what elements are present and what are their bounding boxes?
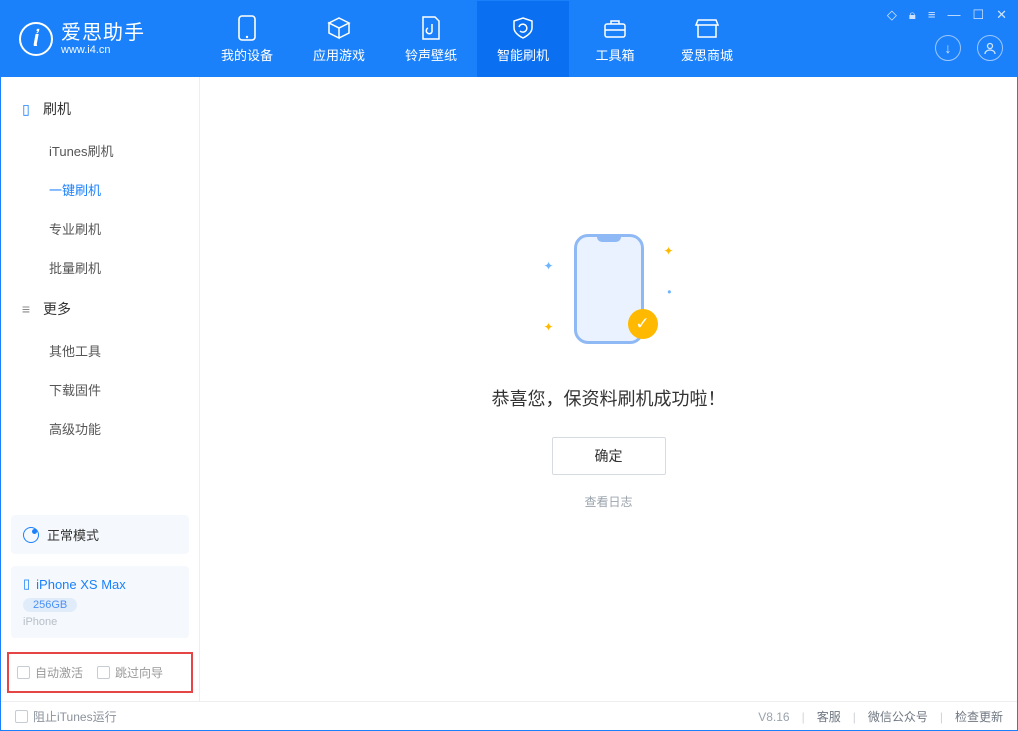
shirt-icon[interactable]: ◇	[887, 7, 897, 23]
mode-card[interactable]: 正常模式	[11, 515, 189, 554]
sidebar-item-oneclick-flash[interactable]: 一键刷机	[1, 170, 199, 209]
device-capacity: 256GB	[23, 598, 77, 612]
lock-icon[interactable]: 🔒︎	[909, 7, 916, 23]
phone-icon: ▯	[19, 101, 33, 118]
app-title: 爱思助手	[61, 22, 145, 44]
success-message: 恭喜您，保资料刷机成功啦！	[492, 385, 726, 411]
nav-store[interactable]: 爱思商城	[661, 1, 753, 77]
mode-label: 正常模式	[47, 525, 99, 544]
logo-icon: ἰ	[19, 22, 53, 56]
checkbox-skip-guide[interactable]: 跳过向导	[97, 664, 163, 681]
nav-ringtones-wallpapers[interactable]: 铃声壁纸	[385, 1, 477, 77]
checkbox-block-itunes[interactable]: 阻止iTunes运行	[15, 708, 117, 725]
device-card[interactable]: ▯iPhone XS Max 256GB iPhone	[11, 566, 189, 638]
checkbox-auto-activate[interactable]: 自动激活	[17, 664, 83, 681]
sidebar-group-more: ≡ 更多	[1, 287, 199, 331]
menu-icon[interactable]: ≡	[928, 7, 936, 23]
view-log-link[interactable]: 查看日志	[584, 493, 632, 510]
window-controls: ◇ 🔒︎ ≡ ― ☐ ✕	[887, 7, 1007, 23]
download-button[interactable]: ↓	[935, 35, 961, 61]
nav-smart-flash[interactable]: 智能刷机	[477, 1, 569, 77]
music-file-icon	[418, 15, 444, 41]
list-icon: ≡	[19, 301, 33, 317]
nav-my-device[interactable]: 我的设备	[201, 1, 293, 77]
close-button[interactable]: ✕	[996, 7, 1007, 23]
mode-status-icon	[23, 527, 39, 543]
nav-apps-games[interactable]: 应用游戏	[293, 1, 385, 77]
sidebar: ▯ 刷机 iTunes刷机 一键刷机 专业刷机 批量刷机 ≡ 更多 其他工具 下…	[1, 77, 200, 701]
shield-refresh-icon	[510, 15, 536, 41]
success-illustration: ✓ ✦✦✦•	[564, 229, 654, 349]
check-update-link[interactable]: 检查更新	[955, 708, 1003, 725]
status-bar: 阻止iTunes运行 V8.16 | 客服 | 微信公众号 | 检查更新	[1, 701, 1017, 731]
app-subtitle: www.i4.cn	[61, 44, 145, 56]
minimize-button[interactable]: ―	[947, 7, 960, 23]
highlighted-options: 自动激活 跳过向导	[7, 652, 193, 693]
device-type: iPhone	[23, 616, 177, 628]
sidebar-item-pro-flash[interactable]: 专业刷机	[1, 209, 199, 248]
toolbox-icon	[602, 15, 628, 41]
main-content: ✓ ✦✦✦• 恭喜您，保资料刷机成功啦！ 确定 查看日志	[200, 77, 1017, 701]
app-header: ἰ 爱思助手 www.i4.cn 我的设备 应用游戏 铃声壁纸 智能刷机 工具箱	[1, 1, 1017, 77]
maximize-button[interactable]: ☐	[972, 7, 984, 23]
sidebar-group-flash: ▯ 刷机	[1, 87, 199, 131]
nav-toolbox[interactable]: 工具箱	[569, 1, 661, 77]
ok-button[interactable]: 确定	[552, 437, 666, 475]
logo-area: ἰ 爱思助手 www.i4.cn	[1, 22, 201, 56]
check-badge-icon: ✓	[628, 309, 658, 339]
sidebar-item-batch-flash[interactable]: 批量刷机	[1, 248, 199, 287]
store-icon	[694, 15, 720, 41]
customer-service-link[interactable]: 客服	[817, 708, 841, 725]
user-account-button[interactable]	[977, 35, 1003, 61]
version-label: V8.16	[758, 710, 789, 724]
sidebar-item-itunes-flash[interactable]: iTunes刷机	[1, 131, 199, 170]
sidebar-item-advanced[interactable]: 高级功能	[1, 409, 199, 448]
top-nav: 我的设备 应用游戏 铃声壁纸 智能刷机 工具箱 爱思商城	[201, 1, 753, 77]
wechat-link[interactable]: 微信公众号	[868, 708, 928, 725]
sidebar-item-download-firmware[interactable]: 下载固件	[1, 370, 199, 409]
cube-icon	[326, 15, 352, 41]
device-icon	[234, 15, 260, 41]
sidebar-item-other-tools[interactable]: 其他工具	[1, 331, 199, 370]
device-phone-icon: ▯	[23, 576, 30, 592]
